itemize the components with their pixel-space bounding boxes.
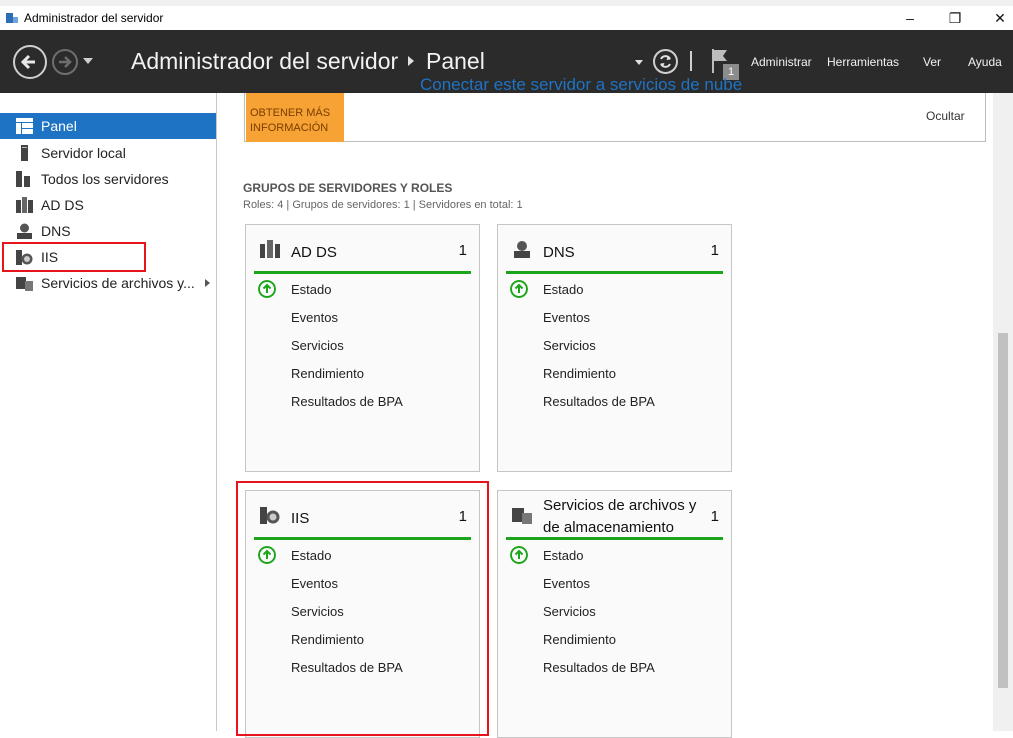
sidebar: Panel Servidor local Todos los servidore…: [0, 93, 217, 731]
tile-row-estado[interactable]: Estado: [543, 548, 583, 563]
history-dropdown-icon[interactable]: [83, 58, 93, 64]
status-ok-icon: [510, 280, 528, 298]
minimize-button[interactable]: –: [887, 8, 933, 28]
sidebar-item-label: Servicios de archivos y...: [41, 275, 195, 291]
tile-row-bpa[interactable]: Resultados de BPA: [543, 660, 655, 675]
roles-summary: Roles: 4 | Grupos de servidores: 1 | Ser…: [243, 199, 523, 211]
window-title-bar: Administrador del servidor – ❐ ✕: [0, 0, 1013, 30]
status-ok-icon: [510, 546, 528, 564]
tile-row-rendimiento[interactable]: Rendimiento: [291, 366, 364, 381]
adds-icon: [16, 197, 33, 213]
breadcrumb-separator-icon: [408, 56, 414, 66]
tile-row-servicios[interactable]: Servicios: [291, 338, 344, 353]
role-tile-dns[interactable]: DNS 1 Estado Eventos Servicios Rendimien…: [497, 224, 732, 472]
tile-count: 1: [710, 242, 719, 259]
sidebar-item-label: Panel: [41, 118, 77, 134]
close-button[interactable]: ✕: [977, 8, 1013, 28]
welcome-tile: [244, 93, 986, 142]
tile-row-rendimiento[interactable]: Rendimiento: [543, 632, 616, 647]
tile-count: 1: [458, 242, 467, 259]
status-bar: [254, 271, 471, 274]
sidebar-item-dns[interactable]: DNS: [0, 218, 216, 244]
menu-administrar[interactable]: Administrar: [751, 55, 812, 69]
dns-icon: [17, 223, 32, 239]
menu-ayuda[interactable]: Ayuda: [968, 55, 1002, 69]
status-bar: [506, 271, 723, 274]
refresh-icon: [660, 55, 671, 68]
tile-row-bpa[interactable]: Resultados de BPA: [543, 394, 655, 409]
servers-icon: [16, 171, 30, 187]
sidebar-item-label: DNS: [41, 223, 71, 239]
tile-row-eventos[interactable]: Eventos: [543, 576, 590, 591]
sidebar-item-panel[interactable]: Panel: [0, 113, 216, 139]
tile-row-servicios[interactable]: Servicios: [543, 338, 596, 353]
refresh-button[interactable]: [653, 49, 678, 74]
server-icon: [21, 145, 28, 161]
roles-section-title: GRUPOS DE SERVIDORES Y ROLES: [243, 181, 453, 195]
status-ok-icon: [258, 280, 276, 298]
sidebar-item-label: AD DS: [41, 197, 84, 213]
tile-row-estado[interactable]: Estado: [291, 282, 331, 297]
tile-row-eventos[interactable]: Eventos: [291, 310, 338, 325]
tile-count: 1: [710, 508, 719, 525]
server-manager-app-icon: [6, 13, 18, 23]
tile-row-servicios[interactable]: Servicios: [543, 604, 596, 619]
dns-icon: [514, 241, 530, 258]
tile-row-eventos[interactable]: Eventos: [543, 310, 590, 325]
header-dropdown-icon[interactable]: [635, 60, 643, 65]
back-button[interactable]: [13, 45, 47, 79]
file-services-icon: [16, 277, 33, 291]
breadcrumb-root: Administrador del servidor: [131, 48, 399, 74]
sidebar-item-servidor-local[interactable]: Servidor local: [0, 140, 216, 166]
tile-title[interactable]: DNS: [543, 242, 575, 264]
tile-title[interactable]: Servicios de archivos y de almacenamient…: [543, 495, 713, 539]
hide-welcome-link[interactable]: Ocultar: [926, 109, 965, 123]
sidebar-item-label: Servidor local: [41, 145, 126, 161]
window-title: Administrador del servidor: [24, 11, 164, 25]
dashboard-icon: [16, 118, 33, 134]
scrollbar-thumb[interactable]: [998, 333, 1008, 688]
tile-title[interactable]: AD DS: [291, 242, 337, 264]
page-title: Panel: [426, 48, 485, 74]
sidebar-item-servicios-de-archivos[interactable]: Servicios de archivos y...: [0, 270, 216, 296]
sidebar-item-label: Todos los servidores: [41, 171, 169, 187]
adds-icon: [260, 240, 280, 258]
status-bar: [506, 537, 723, 540]
annotation-highlight-sidebar-iis: [2, 242, 146, 272]
tile-row-bpa[interactable]: Resultados de BPA: [291, 394, 403, 409]
forward-button[interactable]: [52, 49, 78, 75]
learn-more-button[interactable]: OBTENER MÁS INFORMACIÓN: [246, 93, 344, 142]
sidebar-item-todos-los-servidores[interactable]: Todos los servidores: [0, 166, 216, 192]
role-tile-servicios-de-archivos[interactable]: Servicios de archivos y de almacenamient…: [497, 490, 732, 738]
menu-herramientas[interactable]: Herramientas: [827, 55, 899, 69]
file-services-icon: [512, 508, 532, 524]
expand-arrow-icon[interactable]: [205, 279, 210, 287]
annotation-highlight-iis-tile: [236, 481, 489, 736]
tile-row-rendimiento[interactable]: Rendimiento: [543, 366, 616, 381]
role-tile-ad-ds[interactable]: AD DS 1 Estado Eventos Servicios Rendimi…: [245, 224, 480, 472]
maximize-button[interactable]: ❐: [932, 8, 978, 28]
arrow-left-icon: [20, 54, 35, 70]
tile-row-estado[interactable]: Estado: [543, 282, 583, 297]
cloud-services-link[interactable]: Conectar este servidor a servicios de nu…: [420, 75, 742, 95]
vertical-scrollbar[interactable]: [993, 93, 1013, 731]
sidebar-item-ad-ds[interactable]: AD DS: [0, 192, 216, 218]
header-divider: [690, 51, 692, 71]
menu-ver[interactable]: Ver: [923, 55, 941, 69]
arrow-right-icon: [59, 56, 72, 68]
